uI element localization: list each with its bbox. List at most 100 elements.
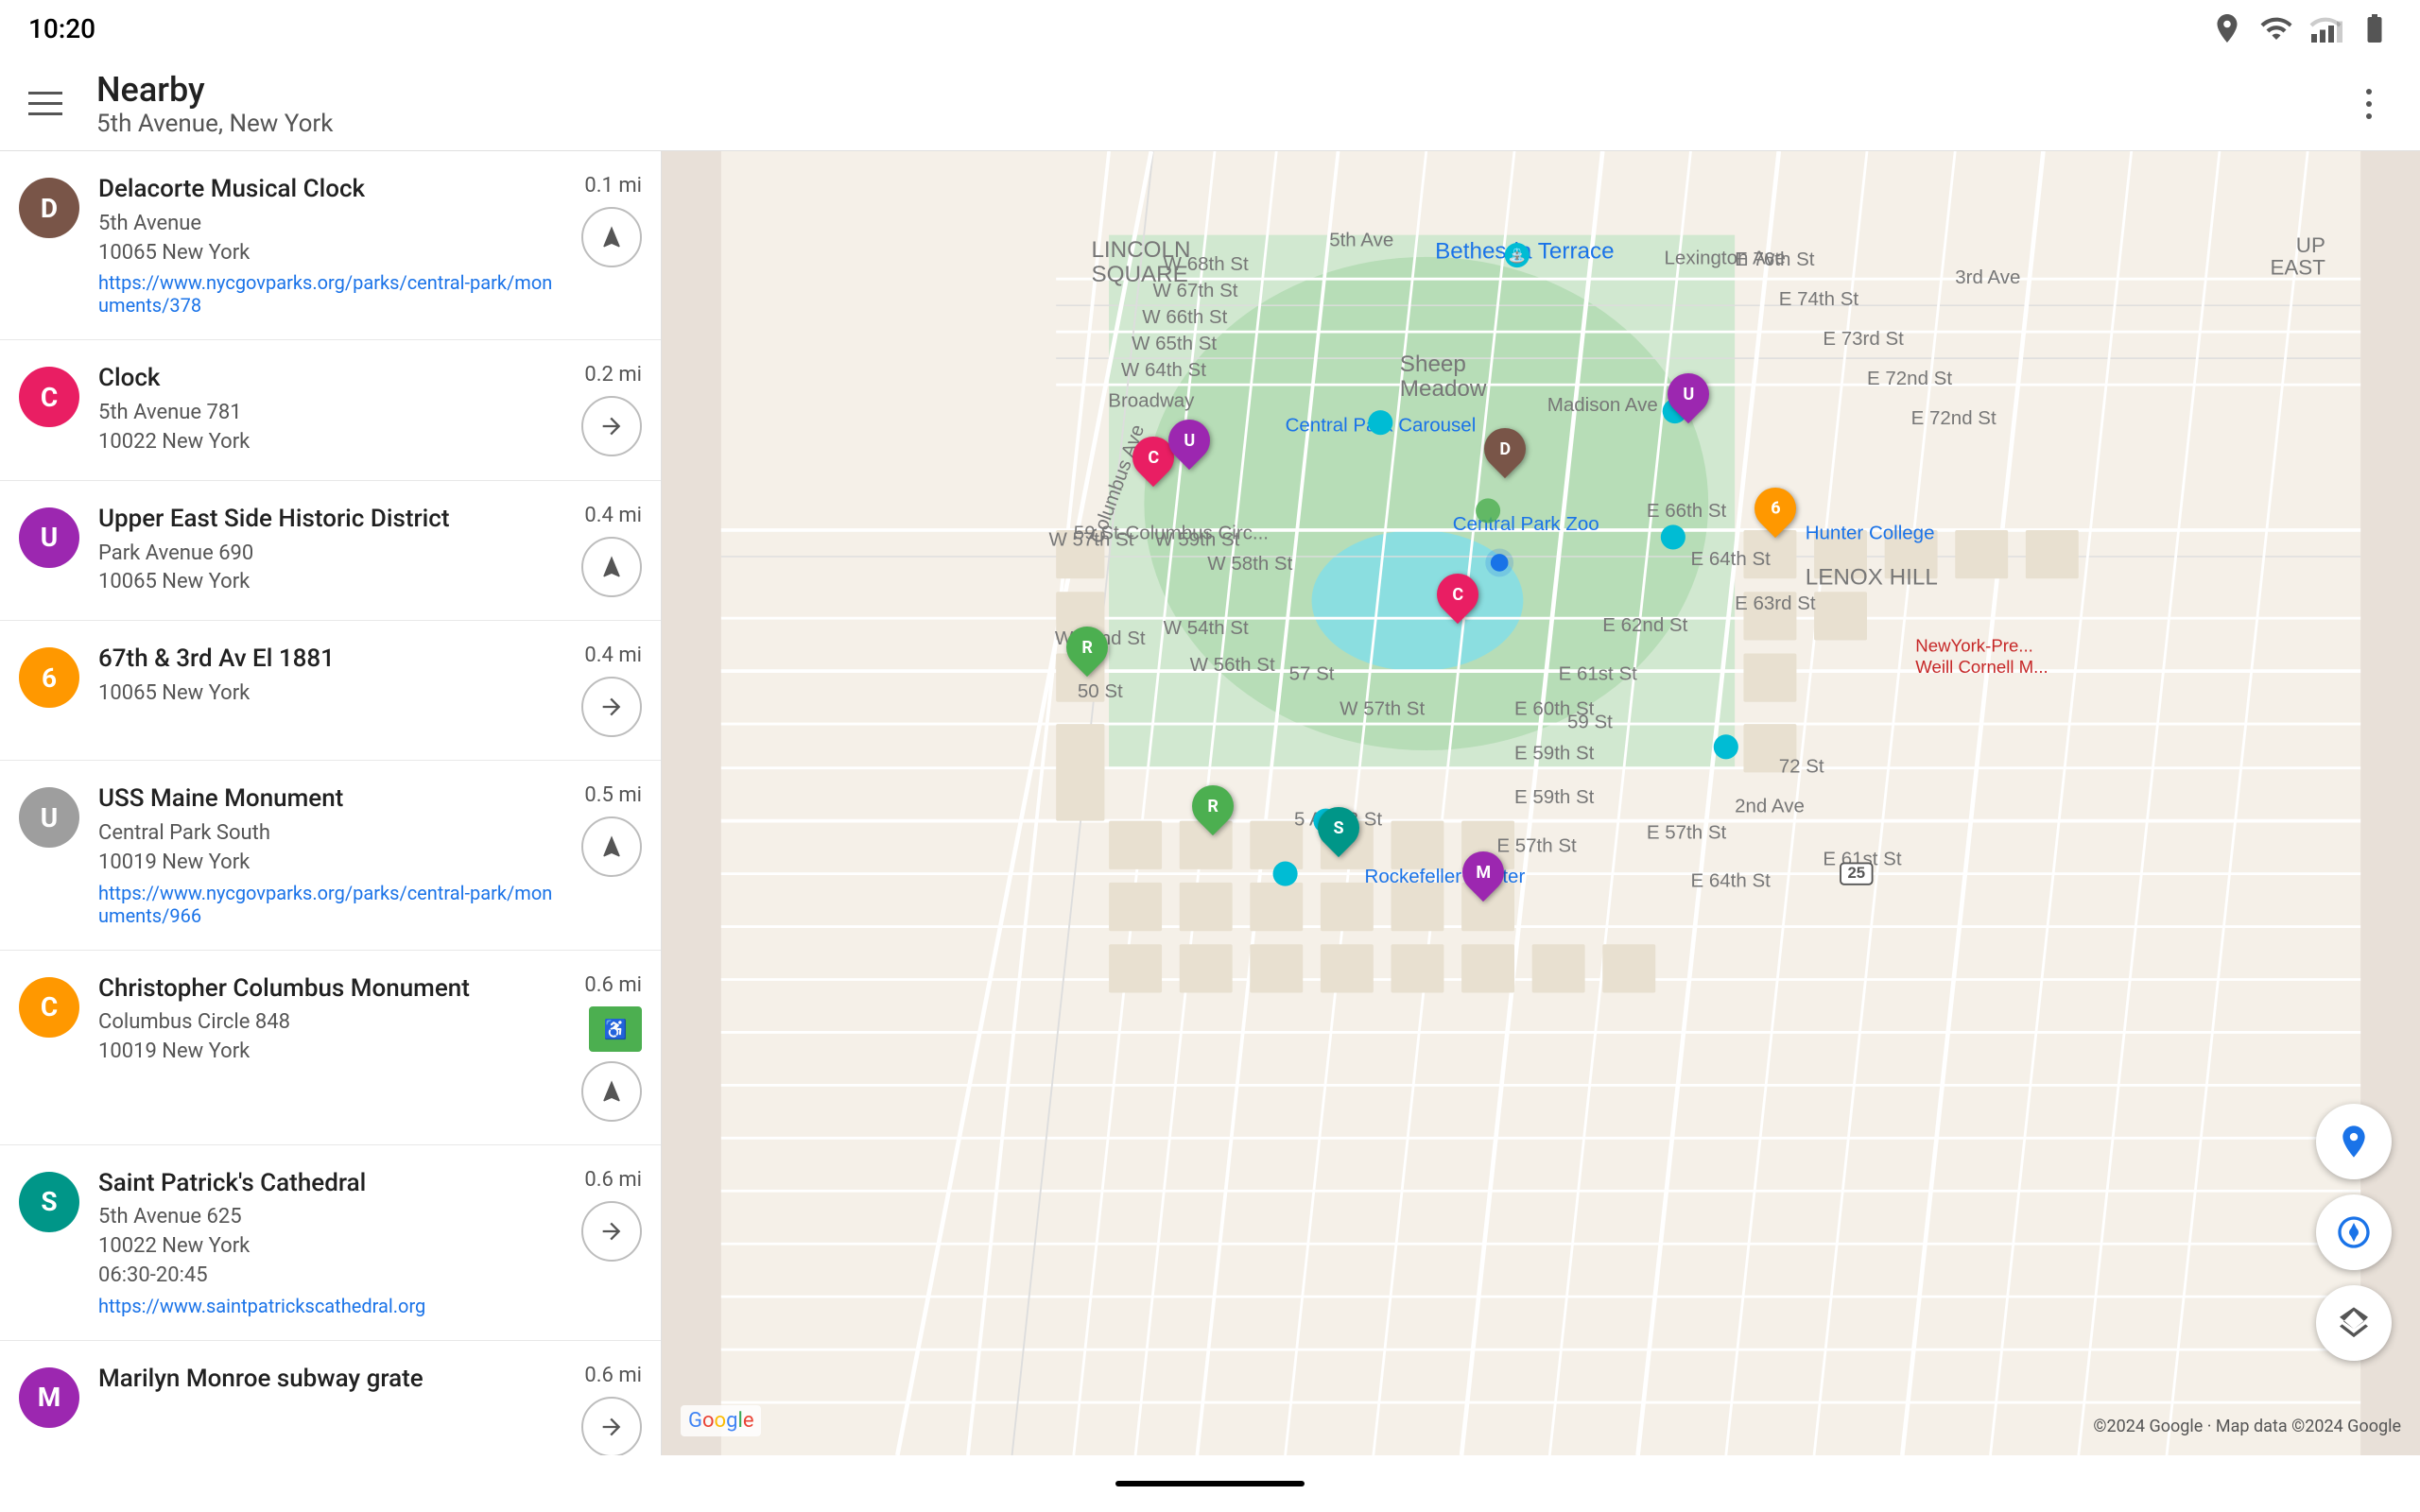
svg-text:E 74th St: E 74th St [1779, 288, 1859, 310]
list-item[interactable]: 6 67th & 3rd Av El 1881 10065 New York 0… [0, 621, 661, 761]
place-right: 0.6 mi [581, 1168, 642, 1262]
svg-text:59 St: 59 St [1567, 712, 1613, 733]
svg-text:W 57th St: W 57th St [1340, 698, 1425, 720]
svg-text:W 56th St: W 56th St [1190, 654, 1275, 676]
place-info: Christopher Columbus Monument Columbus C… [98, 973, 562, 1067]
svg-text:50 St: 50 St [1078, 680, 1123, 702]
place-address: 5th Avenue 78110022 New York [98, 399, 562, 457]
place-right: 0.4 mi [581, 504, 642, 597]
svg-text:E 63rd St: E 63rd St [1735, 593, 1816, 614]
svg-text:57 St: 57 St [1289, 662, 1335, 684]
place-address: 5th Avenue10065 New York [98, 210, 562, 268]
list-item[interactable]: U Upper East Side Historic District Park… [0, 481, 661, 621]
list-item[interactable]: C Christopher Columbus Monument Columbus… [0, 951, 661, 1145]
place-right: 0.6 mi ♿ [581, 973, 642, 1122]
svg-text:Weill Cornell M...: Weill Cornell M... [1915, 657, 2048, 677]
svg-text:Central Park Zoo: Central Park Zoo [1453, 513, 1599, 535]
map-pin[interactable]: M [1462, 851, 1504, 901]
place-avatar: M [19, 1367, 79, 1428]
svg-text:W 57th St: W 57th St [1048, 529, 1133, 551]
app-subtitle: 5th Avenue, New York [96, 110, 2324, 138]
place-distance: 0.4 mi [584, 504, 642, 527]
svg-text:W 54th St: W 54th St [1164, 617, 1249, 639]
place-distance: 0.1 mi [584, 174, 642, 198]
list-item[interactable]: C Clock 5th Avenue 78110022 New York 0.2… [0, 340, 661, 480]
compass-button[interactable] [2316, 1194, 2392, 1270]
google-logo: Google [681, 1405, 761, 1436]
svg-text:25: 25 [1847, 864, 1865, 882]
svg-text:E 64th St: E 64th St [1691, 870, 1772, 892]
list-item[interactable]: M Marilyn Monroe subway grate 0.6 mi [0, 1341, 661, 1455]
place-right: 0.2 mi [581, 363, 642, 456]
hamburger-menu-button[interactable] [28, 81, 74, 127]
place-url: https://www.nycgovparks.org/parks/centra… [98, 271, 562, 317]
nav-button[interactable] [581, 396, 642, 456]
svg-text:Hunter College: Hunter College [1806, 522, 1935, 543]
place-avatar: 6 [19, 647, 79, 708]
place-address: 5th Avenue 62510022 New York06:30-20:45 [98, 1203, 562, 1290]
map-area[interactable]: W 68th St W 67th St W 66th St W 65th St … [662, 151, 2420, 1455]
signal-icon [2308, 11, 2342, 45]
place-avatar: S [19, 1172, 79, 1232]
place-distance: 0.5 mi [584, 783, 642, 807]
status-bar: 10:20 [0, 0, 2420, 57]
place-url: https://www.saintpatrickscathedral.org [98, 1295, 562, 1317]
place-name: 67th & 3rd Av El 1881 [98, 644, 562, 676]
place-info: Upper East Side Historic District Park A… [98, 504, 562, 597]
app-bar: Nearby 5th Avenue, New York [0, 57, 2420, 151]
place-distance: 0.6 mi [584, 1364, 642, 1387]
nav-button[interactable] [581, 677, 642, 737]
svg-text:E 62nd St: E 62nd St [1602, 614, 1687, 636]
place-address: 10065 New York [98, 679, 562, 709]
svg-text:3rd Ave: 3rd Ave [1955, 266, 2020, 288]
location-pin-button[interactable] [2316, 1104, 2392, 1179]
svg-text:W 65th St: W 65th St [1132, 333, 1217, 354]
svg-text:NewYork-Pre...: NewYork-Pre... [1915, 636, 2033, 656]
svg-text:LENOX HILL: LENOX HILL [1806, 565, 1938, 591]
battery-icon [2358, 11, 2392, 45]
svg-text:W 58th St: W 58th St [1207, 553, 1292, 575]
location-status-icon [2210, 11, 2244, 45]
list-item[interactable]: U USS Maine Monument Central Park South1… [0, 761, 661, 950]
nav-button[interactable] [581, 1061, 642, 1122]
map-pin[interactable]: R [1066, 627, 1108, 676]
nav-button[interactable] [581, 207, 642, 267]
map-pin[interactable]: D [1484, 428, 1526, 477]
map-pin[interactable]: U [1168, 420, 1210, 469]
list-item[interactable]: S Saint Patrick's Cathedral 5th Avenue 6… [0, 1145, 661, 1341]
svg-text:Lexington Ave: Lexington Ave [1665, 247, 1786, 268]
nav-button[interactable] [581, 1397, 642, 1455]
map-pin[interactable]: S [1318, 807, 1359, 856]
svg-text:E 66th St: E 66th St [1647, 500, 1727, 522]
place-name: Saint Patrick's Cathedral [98, 1168, 562, 1200]
svg-text:W 64th St: W 64th St [1121, 359, 1206, 381]
overflow-menu-button[interactable] [2346, 81, 2392, 127]
nav-button[interactable] [581, 537, 642, 597]
map-pin[interactable]: U [1668, 373, 1709, 422]
svg-text:72 St: 72 St [1779, 755, 1824, 777]
place-avatar: C [19, 977, 79, 1038]
place-name: Delacorte Musical Clock [98, 174, 562, 206]
svg-text:W 59th St: W 59th St [1154, 529, 1239, 551]
app-title-block: Nearby 5th Avenue, New York [96, 70, 2324, 138]
place-right: 0.6 mi [581, 1364, 642, 1455]
place-name: Upper East Side Historic District [98, 504, 562, 536]
places-list: D Delacorte Musical Clock 5th Avenue1006… [0, 151, 662, 1455]
svg-text:Madison Ave: Madison Ave [1547, 394, 1658, 416]
svg-text:EAST: EAST [2270, 256, 2325, 280]
map-pin[interactable]: R [1192, 785, 1234, 834]
place-right: 0.4 mi [581, 644, 642, 737]
map-controls [2316, 1104, 2392, 1361]
svg-text:W 66th St: W 66th St [1142, 306, 1227, 328]
place-info: Saint Patrick's Cathedral 5th Avenue 625… [98, 1168, 562, 1317]
home-indicator[interactable] [1115, 1481, 1305, 1486]
nav-button[interactable] [581, 816, 642, 877]
nav-button[interactable] [581, 1201, 642, 1262]
svg-text:E 61st St: E 61st St [1559, 662, 1637, 684]
layers-button[interactable] [2316, 1285, 2392, 1361]
map-pin[interactable]: C [1437, 574, 1478, 623]
place-avatar: D [19, 178, 79, 238]
list-item[interactable]: D Delacorte Musical Clock 5th Avenue1006… [0, 151, 661, 340]
map-pin[interactable]: 6 [1754, 488, 1796, 537]
svg-text:⛲: ⛲ [1509, 248, 1527, 265]
